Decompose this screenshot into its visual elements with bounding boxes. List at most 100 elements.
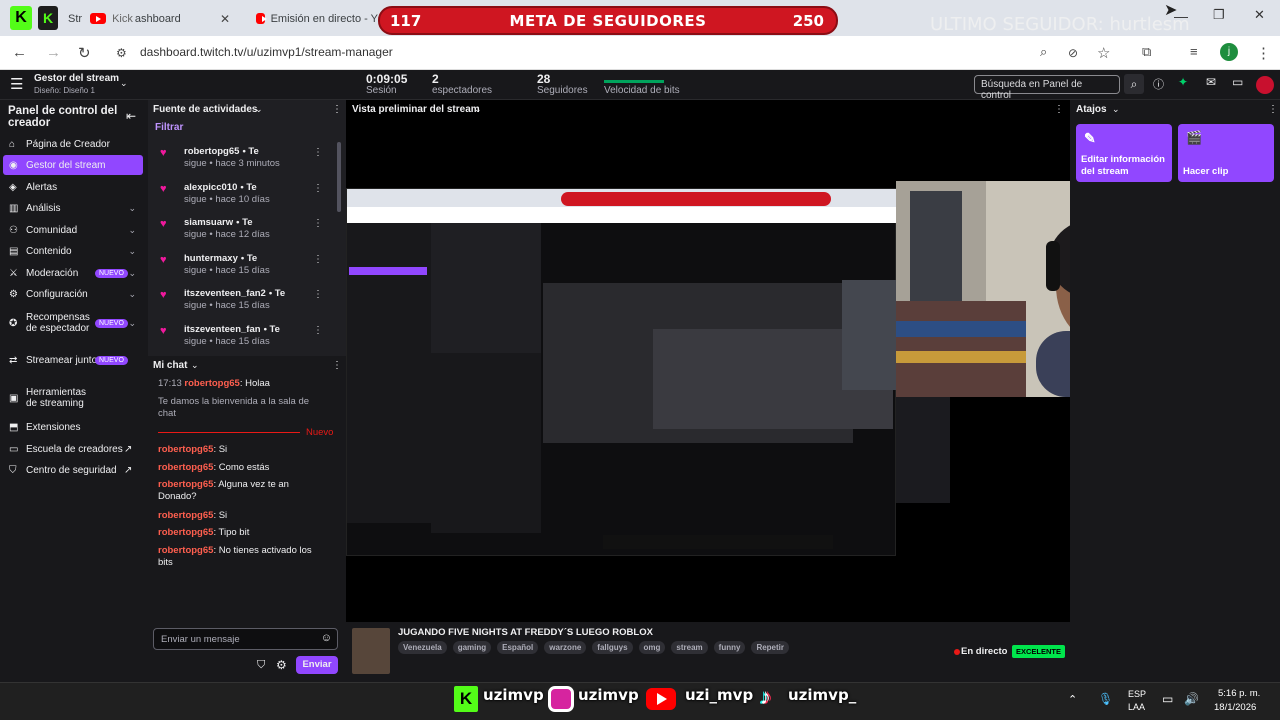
nav-item-7[interactable]: ⚙ Configuración ⌄ [0,284,146,304]
language-variant[interactable]: LAA [1128,702,1145,712]
nested-webcam [842,280,898,390]
nav-item-1[interactable]: ◉ Gestor del stream [3,155,143,175]
back-icon[interactable]: ← [12,44,27,61]
activity-item-menu-icon[interactable]: ⋮ [313,289,323,300]
nav-item-11[interactable]: ⬒ Extensiones [0,417,146,437]
preview-video[interactable] [346,188,897,556]
chat-menu-icon[interactable]: ⋮ [332,360,342,371]
help-icon[interactable]: ⓘ [1153,76,1164,92]
stream-title[interactable]: JUGANDO FIVE NIGHTS AT FREDDY´S LUEGO RO… [398,627,653,638]
tray-chevron-icon[interactable]: ⌃ [1068,693,1077,706]
inbox-icon[interactable]: ✉ [1206,75,1216,89]
make-clip-button[interactable]: 🎬 Hacer clip [1178,124,1274,182]
stream-tag[interactable]: Venezuela [398,641,447,654]
stream-tag[interactable]: omg [638,641,666,654]
activity-item[interactable]: ♥ siamsuarw • Te sigue • hace 12 días ⋮ [156,215,331,249]
activity-item-menu-icon[interactable]: ⋮ [313,183,323,194]
activity-chevron-icon[interactable]: ⌄ [255,104,263,115]
stream-tag[interactable]: Español [497,641,539,654]
nav-item-5[interactable]: ▤ Contenido ⌄ [0,241,146,261]
restore-icon[interactable]: ❐ [1213,7,1225,23]
stream-tag[interactable]: fallguys [592,641,633,654]
activity-item[interactable]: ♥ itszeventeen_fan • Te sigue • hace 15 día… [156,322,331,356]
edit-stream-info-button[interactable]: ✎ Editar información del stream [1076,124,1172,182]
url-field[interactable]: dashboard.twitch.tv/u/uzimvp1/stream-man… [140,45,393,59]
media-icon[interactable]: ≡ [1190,44,1198,59]
nav-item-3[interactable]: ▥ Análisis ⌄ [0,198,146,218]
send-button[interactable]: Enviar [296,656,338,674]
tab-youtube[interactable]: Emisión en directo - Y [248,5,378,32]
user-avatar[interactable] [1256,76,1274,94]
zoom-icon[interactable]: ⌕ [1040,44,1047,60]
volume-icon[interactable]: 🔊 [1184,692,1199,706]
activity-item-menu-icon[interactable]: ⋮ [313,147,323,158]
profile-avatar[interactable]: j [1220,43,1238,61]
stream-thumbnail[interactable] [352,628,390,674]
nav-item-12[interactable]: ▭ Escuela de creadores ↗ [0,439,146,459]
activity-item[interactable]: ♥ itszeventeen_fan2 • Te sigue • hace 15 dí… [156,286,331,320]
nav-item-8[interactable]: ✪ Recompensas de espectador NUEVO ⌄ [0,308,146,338]
chat-settings-icon[interactable]: ⚙ [276,658,287,672]
activity-title[interactable]: Fuente de actividades [153,104,257,115]
emote-icon[interactable]: ☺ [321,632,332,644]
reload-icon[interactable]: ↻ [78,44,91,62]
activity-menu-icon[interactable]: ⋮ [332,104,342,115]
nav-item-2[interactable]: ◈ Alertas [0,177,146,197]
shortcuts-chevron-icon[interactable]: ⌄ [1112,104,1120,115]
manager-title[interactable]: Gestor del stream [34,73,119,84]
language-code[interactable]: ESP [1128,689,1146,699]
prime-icon[interactable]: ✦ [1178,75,1188,89]
preview-title[interactable]: Vista preliminar del stream [352,104,480,115]
eye-off-icon[interactable]: ⊘ [1068,46,1078,60]
forward-icon[interactable]: → [46,44,61,61]
close-tab-icon[interactable]: ✕ [220,12,230,26]
chat-input[interactable]: Enviar un mensaje ☺ [153,628,338,650]
activity-item-menu-icon[interactable]: ⋮ [313,325,323,336]
activity-item-menu-icon[interactable]: ⋮ [313,254,323,265]
menu-kebab-icon[interactable]: ⋮ [1256,44,1271,62]
bitrate-stat: Velocidad de bits [604,80,680,97]
nav-item-9[interactable]: ⇄ Streamear juntos NUEVO [0,350,146,370]
follow-time: sigue • hace 15 días [184,264,270,276]
design-chevron-icon[interactable]: ⌄ [120,78,128,89]
mic-icon[interactable]: 🎙 [1098,692,1113,706]
preview-menu-icon[interactable]: ⋮ [1054,104,1064,115]
search-icon[interactable]: ⌕ [1124,74,1144,94]
activity-scrollbar[interactable] [337,142,341,212]
close-window-icon[interactable]: ✕ [1254,7,1265,23]
nav-item-6[interactable]: ⚔ Moderación NUEVO ⌄ [0,263,146,283]
preview-chevron-icon[interactable]: ⌄ [474,104,482,115]
chat-title[interactable]: Mi chat [153,360,187,371]
nav-item-label: Gestor del stream [26,159,106,171]
activity-item[interactable]: ♥ alexpicc010 • Te sigue • hace 10 días ⋮ [156,180,331,214]
nav-item-0[interactable]: ⌂ Página de Creador [0,134,146,154]
filter-button[interactable]: Filtrar [155,122,183,133]
shortcuts-title[interactable]: Atajos [1076,104,1107,115]
bookmark-star-icon[interactable]: ☆ [1097,44,1110,62]
external-link-icon: ↗ [124,464,133,476]
shield-icon[interactable]: ⛉ [257,659,265,672]
stream-tag[interactable]: gaming [452,641,492,654]
shortcuts-menu-icon[interactable]: ⋮ [1268,104,1278,115]
nav-item-10[interactable]: ▣ Herramientas de streaming [0,383,146,413]
extensions-icon[interactable]: ⧉ [1142,44,1151,60]
network-icon[interactable]: ▭ [1162,692,1173,706]
clock-date[interactable]: 18/1/2026 [1214,702,1256,713]
hamburger-icon[interactable]: ☰ [10,75,23,93]
activity-item-menu-icon[interactable]: ⋮ [313,218,323,229]
stream-tag[interactable]: Repetir [751,641,789,654]
stream-tag[interactable]: funny [713,641,746,654]
nav-item-13[interactable]: ⛉ Centro de seguridad ↗ [0,460,146,480]
stream-tag[interactable]: stream [671,641,708,654]
activity-item[interactable]: ♥ huntermaxy • Te sigue • hace 15 días ⋮ [156,251,331,285]
activity-item[interactable]: ♥ robertopg65 • Te sigue • hace 3 minutos ⋮ [156,144,331,178]
tab-stream[interactable]: Str Kick ashboard ✕ [60,5,240,32]
collapse-nav-icon[interactable]: ⇤ [126,109,136,123]
clock-time[interactable]: 5:16 p. m. [1218,688,1260,699]
site-settings-icon[interactable]: ⚙ [116,46,127,60]
stream-tag[interactable]: warzone [544,641,587,654]
chat-chevron-icon[interactable]: ⌄ [191,360,199,371]
whispers-icon[interactable]: ▭ [1232,75,1243,89]
control-panel-search[interactable]: Búsqueda en Panel de control [974,75,1120,101]
nav-item-4[interactable]: ⚇ Comunidad ⌄ [0,220,146,240]
